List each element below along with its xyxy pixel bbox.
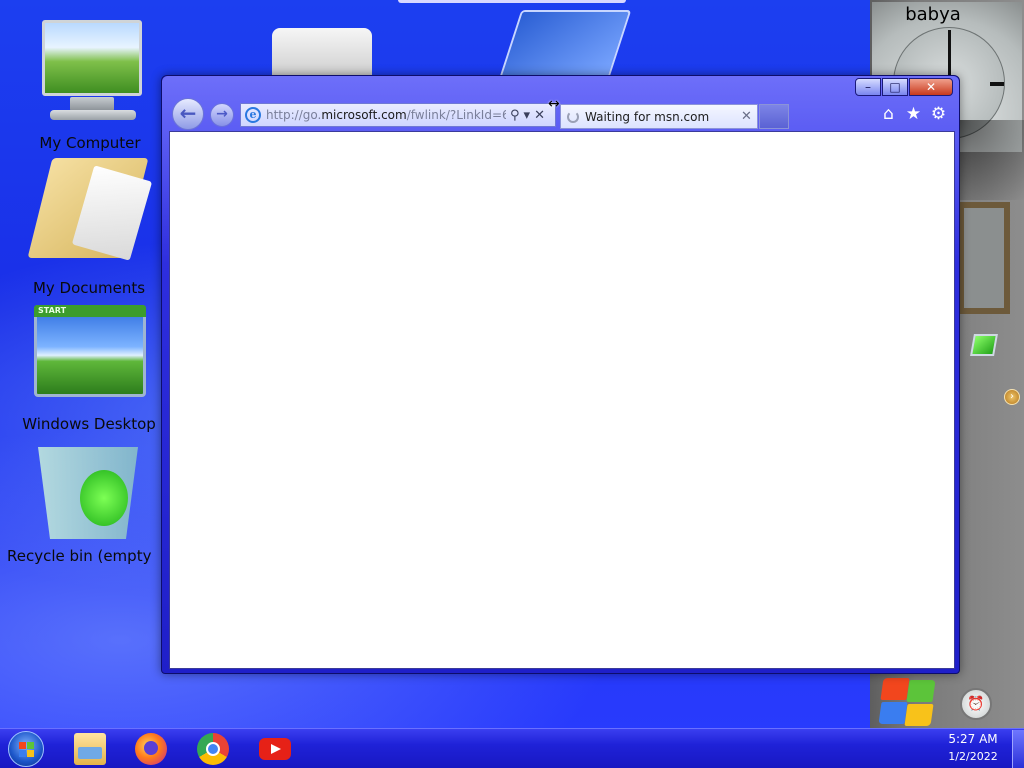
tab-msn[interactable]: Waiting for msn.com ✕ [560,104,758,129]
firefox-icon[interactable] [135,733,167,765]
monitor-stand [70,97,114,111]
start-button[interactable] [8,731,44,767]
notebook-icon[interactable] [498,10,632,80]
recycle-arrow-icon [80,470,128,526]
new-tab-button[interactable] [759,104,789,129]
windows-flag-icon[interactable] [876,678,936,728]
file-explorer-icon[interactable] [74,733,106,765]
clock-date[interactable]: 1/2/2022 [940,750,1006,763]
alarm-clock-icon[interactable]: ⏰ [960,688,992,720]
desktop-icon-windows-desktop[interactable]: START Windows Desktop [14,300,164,438]
clock-minute-hand [990,82,1004,86]
tools-gear-icon[interactable]: ⚙ [930,104,947,124]
desktop-thumbnail-icon [34,305,146,397]
desktop-icon-label: My Documents [32,279,146,297]
minimize-button[interactable]: – [855,78,881,96]
chrome-icon[interactable] [197,733,229,765]
top-partial-bar [398,0,626,3]
thumbnail-start-label: START [38,306,67,315]
address-text[interactable]: http://go.microsoft.com/fwlink/?LinkId=6… [266,108,506,122]
command-icons: ⌂ ★ ⚙ [880,104,947,124]
maximize-button[interactable]: □ [882,78,908,96]
expand-arrow-icon[interactable]: › [1004,389,1020,405]
desktop-icon-my-computer[interactable]: My Computer [20,16,160,156]
address-prefix: http://go. [266,108,322,122]
monitor-icon [42,20,142,96]
search-icon[interactable]: ⚲ [510,108,520,123]
monitor-base [50,110,136,120]
computer-gadget-icon[interactable] [970,334,998,356]
stop-icon[interactable]: ✕ [534,108,545,123]
page-content-area[interactable] [169,131,955,669]
drive-icon[interactable] [272,28,372,76]
tab-close-icon[interactable]: ✕ [741,109,752,124]
desktop-icon-label: Recycle bin (empty [7,547,152,565]
clock-time[interactable]: 5:27 AM [940,732,1006,746]
browser-window: – □ ✕ ← → e http://go.microsoft.com/fwli… [161,75,960,674]
address-bar[interactable]: e http://go.microsoft.com/fwlink/?LinkId… [240,103,556,127]
ie-logo-icon: e [245,107,261,123]
desktop-icon-label: Windows Desktop [22,415,156,433]
desktop-icon-my-documents[interactable]: My Documents [18,150,160,302]
show-desktop-button[interactable] [1012,730,1024,768]
address-suffix: /fwlink/?LinkId=691 [406,108,506,122]
favorites-icon[interactable]: ★ [905,104,922,124]
taskbar [0,728,1024,768]
tab-title: Waiting for msn.com [585,109,710,124]
gadget-shadow [960,120,1024,200]
picture-frame-gadget[interactable] [958,202,1010,314]
user-name: babya [905,4,961,25]
close-button[interactable]: ✕ [909,78,953,96]
forward-button[interactable]: → [210,103,234,127]
windows-logo-icon [19,742,35,758]
desktop-icon-recycle-bin[interactable]: Recycle bin (empty [4,440,164,575]
youtube-icon[interactable] [259,738,291,760]
loading-spinner-icon [567,110,579,123]
dropdown-icon[interactable]: ▾ [524,108,531,123]
address-domain: microsoft.com [321,108,407,122]
home-icon[interactable]: ⌂ [880,104,897,124]
back-button[interactable]: ← [172,98,204,130]
window-controls: – □ ✕ [854,78,953,96]
resize-cursor-icon: ↔ [548,96,560,112]
thumbnail-start-bar: START [34,305,146,317]
